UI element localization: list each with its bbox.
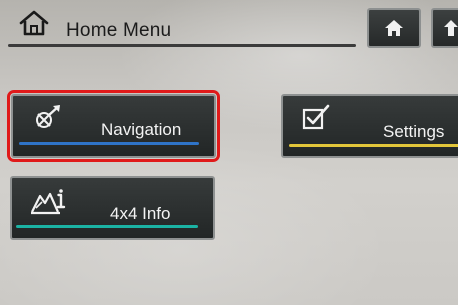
back-icon bbox=[444, 20, 458, 36]
terrain-info-icon bbox=[31, 189, 66, 215]
settings-label: Settings bbox=[383, 122, 445, 141]
home-button[interactable] bbox=[367, 8, 421, 48]
header-divider bbox=[8, 44, 356, 47]
back-button[interactable] bbox=[431, 8, 458, 48]
home-menu-screen: Home Menu Navigation Settings 4x4 Info bbox=[0, 0, 458, 305]
home-icon bbox=[385, 20, 403, 36]
navigation-tile[interactable]: Navigation bbox=[7, 90, 220, 162]
house-outline-icon bbox=[19, 10, 49, 36]
4x4-info-label: 4x4 Info bbox=[110, 204, 171, 223]
compass-arrow-icon bbox=[36, 105, 60, 128]
navigation-label: Navigation bbox=[101, 120, 182, 139]
checkbox-icon bbox=[302, 104, 330, 130]
page-title: Home Menu bbox=[66, 20, 172, 41]
4x4-info-accent-bar bbox=[16, 225, 198, 228]
settings-accent-bar bbox=[289, 144, 458, 147]
navigation-accent-bar bbox=[19, 142, 199, 145]
4x4-info-tile[interactable]: 4x4 Info bbox=[10, 176, 215, 240]
settings-tile[interactable]: Settings bbox=[281, 94, 458, 158]
